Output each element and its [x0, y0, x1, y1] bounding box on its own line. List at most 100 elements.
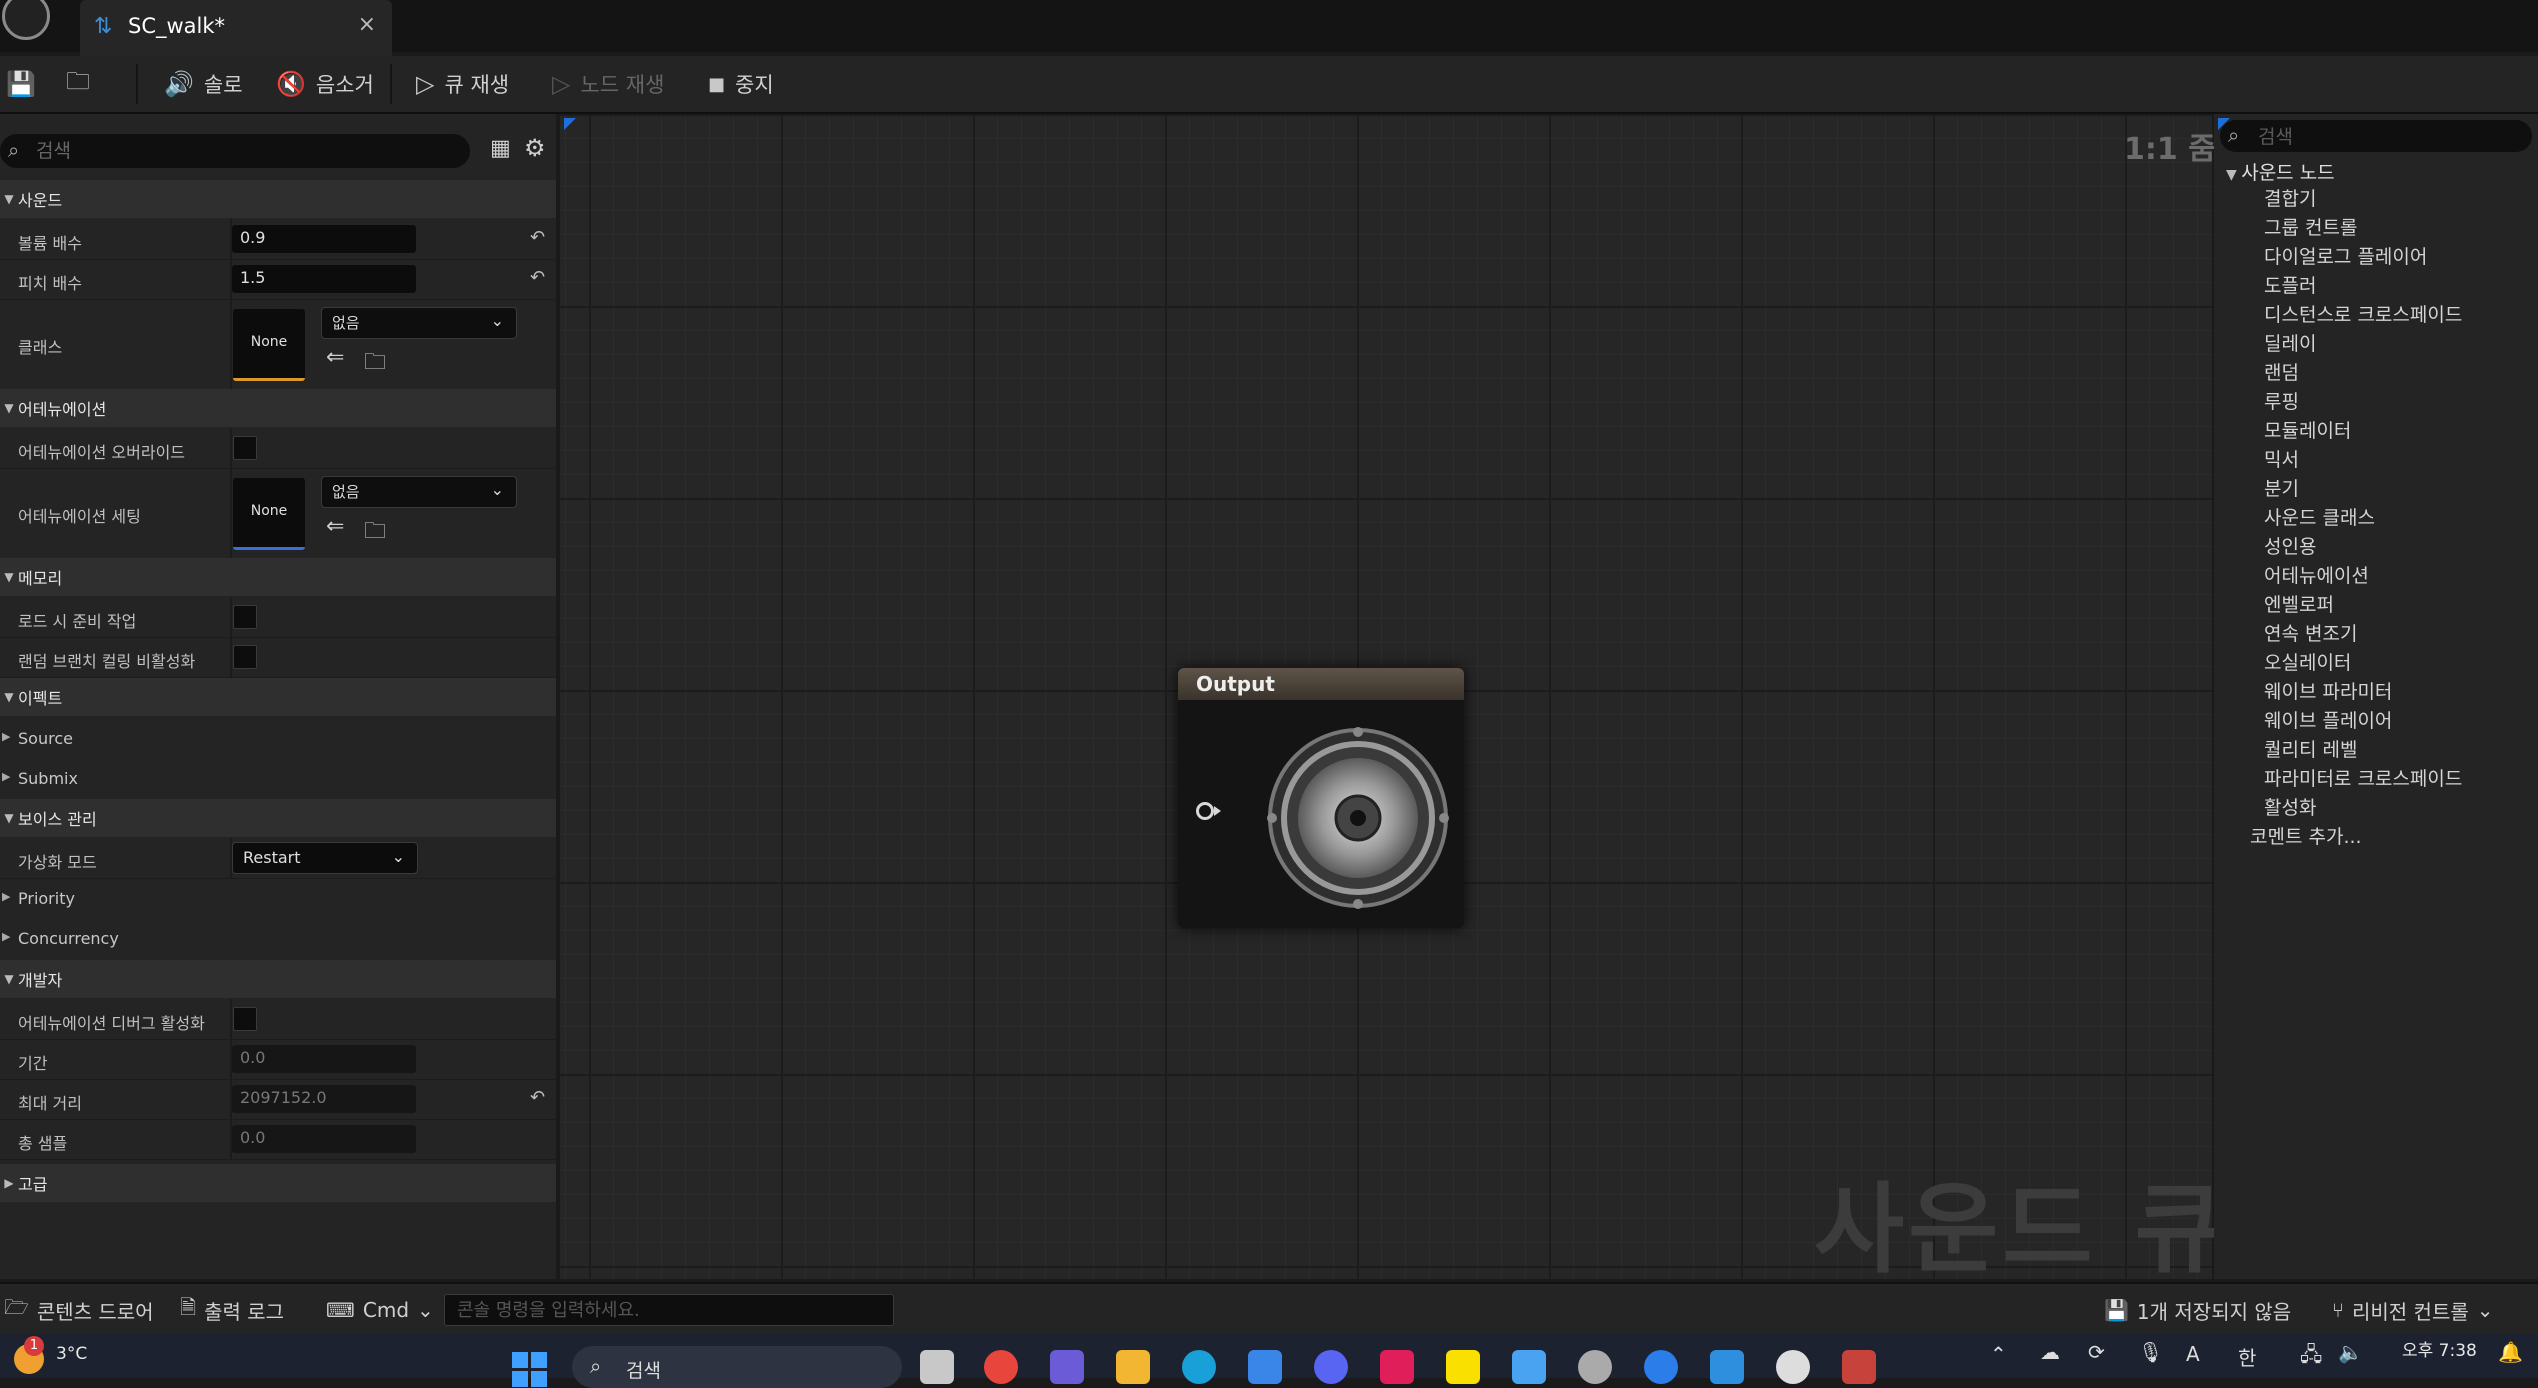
- attenuation-settings-thumbnail[interactable]: None: [233, 478, 305, 550]
- edge-icon[interactable]: [1182, 1350, 1216, 1384]
- volume-icon[interactable]: 🔈: [2338, 1340, 2363, 1364]
- palette-item[interactable]: 루핑: [2264, 387, 2299, 414]
- unsaved-indicator[interactable]: 💾 1개 저장되지 않음: [2104, 1284, 2291, 1336]
- palette-item[interactable]: 분기: [2264, 474, 2299, 501]
- section-sound[interactable]: ▼ 사운드: [0, 180, 556, 218]
- reset-to-default-icon[interactable]: ↶: [530, 1087, 545, 1108]
- revision-control-button[interactable]: ⑂ 리비전 컨트롤 ⌄: [2332, 1284, 2494, 1336]
- notepad-icon[interactable]: [1512, 1350, 1546, 1384]
- notification-bell-icon[interactable]: 🔔: [2498, 1340, 2523, 1364]
- details-search-input[interactable]: [34, 136, 458, 166]
- clock-time[interactable]: 오후 7:38: [2402, 1336, 2477, 1361]
- stop-button[interactable]: ■ 중지: [708, 56, 774, 112]
- palette-item[interactable]: 성인용: [2264, 532, 2316, 559]
- palette-item[interactable]: 퀄리티 레벨: [2264, 735, 2357, 762]
- task-view-icon[interactable]: [920, 1350, 954, 1384]
- palette-item[interactable]: 믹서: [2264, 445, 2299, 472]
- tray-cloud-icon[interactable]: ☁: [2040, 1340, 2060, 1364]
- section-effects[interactable]: ▼ 이펙트: [0, 678, 556, 716]
- palette-item[interactable]: 웨이브 파라미터: [2264, 677, 2392, 704]
- play-node-button[interactable]: ▷ 노드 재생: [552, 56, 664, 112]
- vscode-icon[interactable]: [1710, 1350, 1744, 1384]
- discord-icon[interactable]: [1314, 1350, 1348, 1384]
- settings-gear-icon[interactable]: ⚙: [524, 134, 546, 162]
- disable-random-branch-culling-checkbox[interactable]: [233, 645, 257, 669]
- palette-item[interactable]: 도플러: [2264, 271, 2316, 298]
- palette-category-sound-nodes[interactable]: ▼ 사운드 노드: [2226, 158, 2335, 185]
- content-drawer-button[interactable]: 🗁 콘텐츠 드로어: [4, 1284, 154, 1336]
- output-log-button[interactable]: 🗎 출력 로그: [180, 1284, 284, 1336]
- ime-language-indicator[interactable]: 한: [2238, 1342, 2256, 1371]
- save-button[interactable]: 💾: [6, 56, 36, 112]
- submix-group[interactable]: ▶ Submix: [0, 758, 556, 798]
- debug-attenuation-checkbox[interactable]: [233, 1007, 257, 1031]
- kakaotalk-icon[interactable]: [1446, 1350, 1480, 1384]
- grid-view-icon[interactable]: ▦: [490, 136, 511, 161]
- palette-item[interactable]: 다이얼로그 플레이어: [2264, 242, 2427, 269]
- reset-to-default-icon[interactable]: ↶: [530, 267, 545, 288]
- file-explorer-icon[interactable]: [1116, 1350, 1150, 1384]
- section-memory[interactable]: ▼ 메모리: [0, 558, 556, 596]
- solo-button[interactable]: 🔊 솔로: [164, 56, 243, 112]
- source-group[interactable]: ▶ Source: [0, 718, 556, 758]
- palette-item[interactable]: 엔벨로퍼: [2264, 590, 2334, 617]
- palette-item[interactable]: 파라미터로 크로스페이드: [2264, 764, 2462, 791]
- priority-group[interactable]: ▶ Priority: [0, 878, 556, 918]
- github-icon[interactable]: [1578, 1350, 1612, 1384]
- console-field[interactable]: [444, 1294, 894, 1326]
- windows-start-icon[interactable]: [512, 1352, 548, 1388]
- volume-multiplier-input[interactable]: 0.9: [232, 225, 416, 253]
- reset-to-default-icon[interactable]: ↶: [530, 227, 545, 248]
- output-node[interactable]: Output: [1178, 668, 1464, 928]
- input-pin[interactable]: [1196, 802, 1214, 820]
- sound-class-combo[interactable]: 없음 ⌄: [321, 307, 517, 339]
- tray-chevron-up-icon[interactable]: ⌃: [1990, 1342, 2007, 1366]
- network-icon[interactable]: 🖧: [2300, 1340, 2322, 1374]
- tab-close-icon[interactable]: ×: [358, 12, 376, 37]
- palette-item[interactable]: 모듈레이터: [2264, 416, 2351, 443]
- palette-item[interactable]: 어테뉴에이션: [2264, 561, 2369, 588]
- concurrency-group[interactable]: ▶ Concurrency: [0, 918, 556, 958]
- section-developer[interactable]: ▼ 개발자: [0, 960, 556, 998]
- ime-mode-indicator[interactable]: A: [2186, 1342, 2200, 1366]
- document-tab[interactable]: ⇅ SC_walk* ×: [80, 0, 392, 56]
- cmd-dropdown[interactable]: ⌨ Cmd ⌄: [326, 1284, 434, 1336]
- section-advanced[interactable]: ▶ 고급: [0, 1164, 556, 1202]
- attenuation-settings-combo[interactable]: 없음 ⌄: [321, 476, 517, 508]
- palette-item[interactable]: 오실레이터: [2264, 648, 2351, 675]
- play-cue-button[interactable]: ▷ 큐 재생: [416, 56, 509, 112]
- microphone-icon[interactable]: 🎙: [2138, 1340, 2163, 1364]
- palette-item[interactable]: 디스턴스로 크로스페이드: [2264, 300, 2462, 327]
- browse-button[interactable]: 🗀: [66, 56, 90, 112]
- use-selected-icon[interactable]: ⇐: [326, 345, 344, 370]
- use-selected-icon[interactable]: ⇐: [326, 514, 344, 539]
- store-icon[interactable]: [1248, 1350, 1282, 1384]
- details-search[interactable]: ⌕: [0, 134, 470, 168]
- browse-asset-icon[interactable]: 🗀: [364, 514, 386, 552]
- palette-item[interactable]: 웨이브 플레이어: [2264, 706, 2392, 733]
- prime-on-load-checkbox[interactable]: [233, 605, 257, 629]
- slack-icon[interactable]: [1380, 1350, 1414, 1384]
- copilot-icon[interactable]: [1050, 1350, 1084, 1384]
- palette-item[interactable]: 결합기: [2264, 184, 2316, 211]
- palette-item[interactable]: 그룹 컨트롤: [2264, 213, 2357, 240]
- app-red-icon[interactable]: [1842, 1350, 1876, 1384]
- unreal-engine-icon[interactable]: [1776, 1350, 1810, 1384]
- section-voice-management[interactable]: ▼ 보이스 관리: [0, 799, 556, 837]
- palette-item[interactable]: 딜레이: [2264, 329, 2316, 356]
- taskbar-search[interactable]: ⌕ 검색: [572, 1346, 902, 1388]
- virtualization-mode-combo[interactable]: Restart ⌄: [232, 842, 418, 874]
- mute-button[interactable]: 🔇 음소거: [276, 56, 374, 112]
- sound-class-thumbnail[interactable]: None: [233, 309, 305, 381]
- palette-item[interactable]: 활성화: [2264, 793, 2316, 820]
- palette-item[interactable]: 연속 변조기: [2264, 619, 2357, 646]
- browse-asset-icon[interactable]: 🗀: [364, 345, 386, 383]
- section-attenuation[interactable]: ▼ 어테뉴에이션: [0, 389, 556, 427]
- palette-item[interactable]: 사운드 클래스: [2264, 503, 2375, 530]
- palette-search-input[interactable]: [2256, 122, 2520, 152]
- console-input[interactable]: [445, 1295, 879, 1325]
- palette-search[interactable]: ⌕: [2220, 120, 2532, 152]
- add-comment-item[interactable]: 코멘트 추가...: [2250, 822, 2362, 849]
- chrome-icon[interactable]: [984, 1350, 1018, 1384]
- attenuation-override-checkbox[interactable]: [233, 436, 257, 460]
